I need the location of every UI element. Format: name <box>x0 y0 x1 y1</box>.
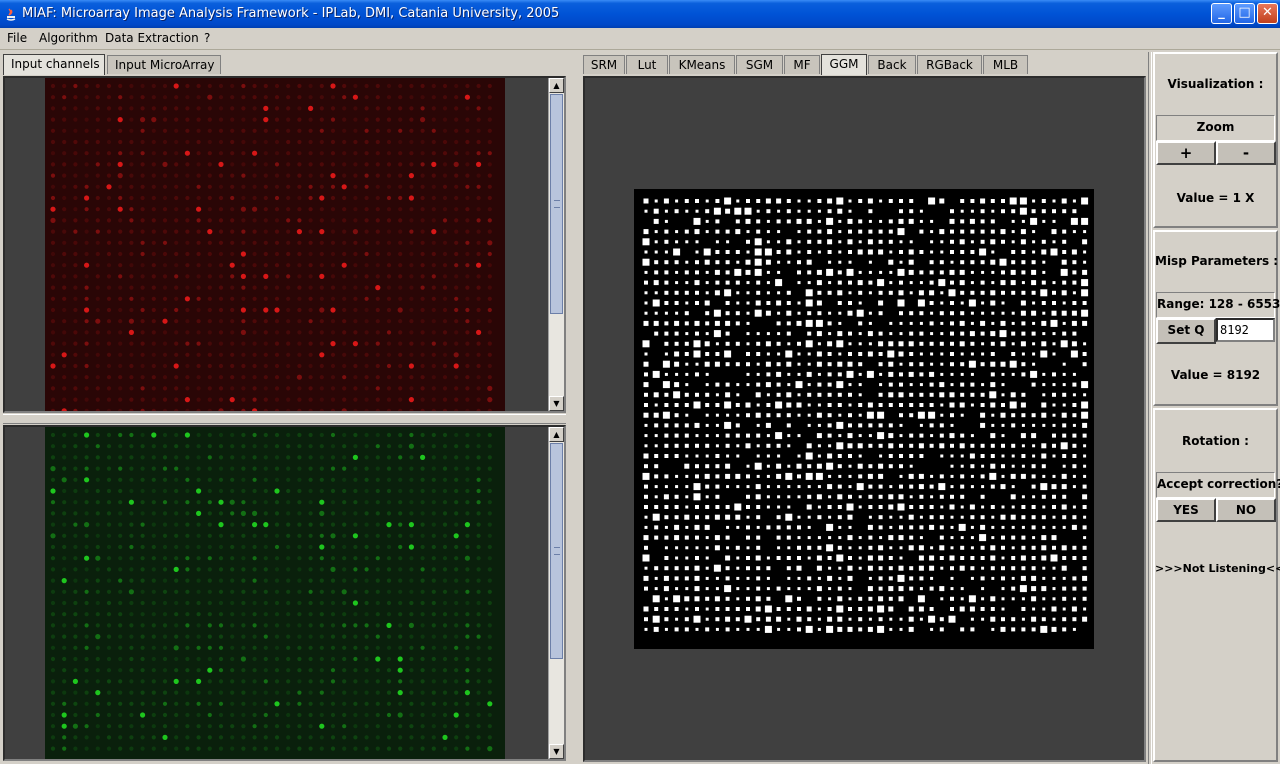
scroll-down-arrow-icon[interactable]: ▼ <box>549 744 564 759</box>
tab-kmeans[interactable]: KMeans <box>669 55 735 74</box>
tab-mlb[interactable]: MLB <box>983 55 1028 74</box>
minimize-button[interactable]: _ <box>1211 3 1232 24</box>
title-bar: MIAF: Microarray Image Analysis Framewor… <box>0 0 1280 28</box>
tab-ggm[interactable]: GGM <box>821 54 867 75</box>
maximize-button[interactable]: □ <box>1234 3 1255 24</box>
scroll-up-arrow-icon[interactable]: ▲ <box>549 427 564 442</box>
zoom-out-button[interactable]: - <box>1216 141 1276 165</box>
misp-value: Value = 8192 <box>1170 368 1261 382</box>
tab-input-channels[interactable]: Input channels <box>3 54 105 75</box>
tab-rgback[interactable]: RGBack <box>917 55 982 74</box>
scroll-thumb[interactable] <box>550 94 563 314</box>
window-title: MIAF: Microarray Image Analysis Framewor… <box>22 6 560 21</box>
tab-back[interactable]: Back <box>868 55 916 74</box>
set-q-button[interactable]: Set Q <box>1156 318 1216 344</box>
scroll-up-arrow-icon[interactable]: ▲ <box>549 78 564 93</box>
green-channel-image <box>45 427 505 759</box>
menu-algorithm[interactable]: Algorithm <box>39 31 98 45</box>
menu-file[interactable]: File <box>7 31 27 45</box>
red-channel-pane: ▲ ▼ <box>3 76 566 413</box>
misp-range: Range: 128 - 65536 <box>1156 292 1280 318</box>
visualization-label: Visualization : <box>1167 77 1264 91</box>
zoom-value: Value = 1 X <box>1176 191 1255 205</box>
misp-panel: Misp Parameters : Range: 128 - 65536 Set… <box>1153 230 1280 406</box>
zoom-in-button[interactable]: + <box>1156 141 1216 165</box>
no-button[interactable]: NO <box>1216 498 1276 522</box>
split-divider[interactable] <box>3 414 566 424</box>
green-pane-scrollbar[interactable]: ▲ ▼ <box>548 427 564 759</box>
yes-button[interactable]: YES <box>1156 498 1216 522</box>
zoom-label: Zoom <box>1156 115 1275 141</box>
listening-status: >>>Not Listening<<< <box>1155 562 1280 575</box>
segmentation-result-image <box>634 189 1094 649</box>
red-channel-image <box>45 78 505 411</box>
menu-bar: File Algorithm Data Extraction ? <box>0 28 1280 50</box>
green-channel-pane: ▲ ▼ <box>3 425 566 761</box>
result-pane <box>583 76 1146 762</box>
java-app-icon <box>6 8 16 21</box>
rotation-label: Rotation : <box>1182 434 1249 448</box>
tab-mf[interactable]: MF <box>784 55 820 74</box>
visualization-panel: Visualization : Zoom + - Value = 1 X <box>1153 52 1278 228</box>
accept-correction-label: Accept correction? <box>1156 472 1280 498</box>
misp-label: Misp Parameters : <box>1155 254 1279 268</box>
q-input[interactable] <box>1216 318 1275 342</box>
tab-lut[interactable]: Lut <box>626 55 668 74</box>
scroll-down-arrow-icon[interactable]: ▼ <box>549 396 564 411</box>
tab-sgm[interactable]: SGM <box>736 55 783 74</box>
menu-data-extraction[interactable]: Data Extraction <box>105 31 199 45</box>
red-pane-scrollbar[interactable]: ▲ ▼ <box>548 78 564 411</box>
scroll-thumb[interactable] <box>550 443 563 659</box>
tab-input-microarray[interactable]: Input MicroArray <box>107 55 221 74</box>
tab-srm[interactable]: SRM <box>583 55 625 74</box>
menu-help[interactable]: ? <box>204 31 210 45</box>
panel-divider <box>1148 52 1152 764</box>
rotation-panel: Rotation : Accept correction? YES NO >>>… <box>1153 408 1280 762</box>
close-button[interactable]: ✕ <box>1257 3 1278 24</box>
